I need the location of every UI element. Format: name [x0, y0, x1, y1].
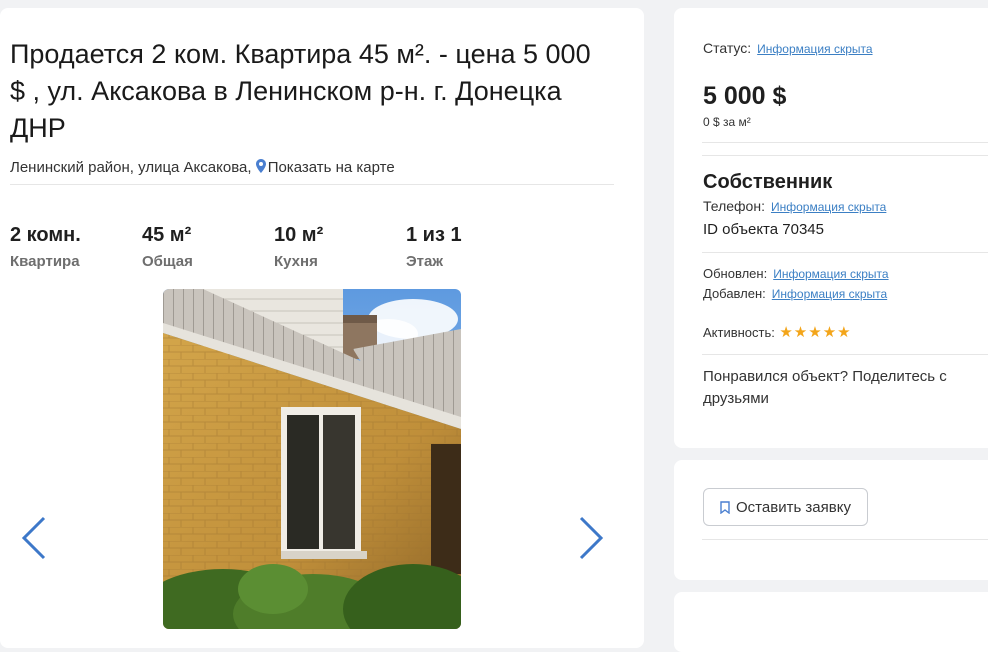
map-pin-icon: [255, 159, 266, 173]
divider: [702, 252, 988, 253]
divider: [702, 155, 988, 156]
activity-label: Активность:: [703, 325, 775, 340]
request-card: Оставить заявку: [674, 460, 988, 580]
divider: [702, 539, 988, 540]
spec-kitchen-area: 10 м² Кухня: [274, 224, 323, 270]
spec-floor: 1 из 1 Этаж: [406, 224, 462, 270]
spec-label: Общая: [142, 253, 193, 270]
phone-row: Телефон: Информация скрыта: [703, 198, 886, 216]
divider: [702, 354, 988, 355]
address-line: Ленинский район, улица Аксакова, Показат…: [10, 159, 395, 176]
leave-request-button[interactable]: Оставить заявку: [703, 488, 868, 526]
status-hidden-link[interactable]: Информация скрыта: [757, 42, 872, 56]
spec-value: 10 м²: [274, 224, 324, 246]
chevron-left-icon[interactable]: [20, 516, 48, 560]
listing-title: Продается 2 ком. Квартира 45 м². - цена …: [10, 39, 591, 143]
spec-total-area: 45 м² Общая: [142, 224, 193, 270]
spec-value: 45 м²: [142, 224, 192, 246]
updated-row: Обновлен: Информация скрыта: [703, 265, 889, 283]
house-photo: [163, 289, 461, 629]
star-icon: ★: [837, 324, 852, 341]
star-icon: ★: [793, 324, 809, 341]
spec-value: 2 комн.: [10, 224, 81, 246]
owner-type: Собственник: [703, 171, 833, 193]
listing-photo[interactable]: [163, 289, 461, 629]
status-label: Статус:: [703, 40, 752, 56]
spec-rooms: 2 комн. Квартира: [10, 224, 81, 270]
address-text: Ленинский район, улица Аксакова,: [10, 159, 252, 176]
spec-value: 1 из 1: [406, 224, 462, 246]
bookmark-icon: [720, 500, 730, 514]
listing-info-card: Статус: Информация скрыта 5 000 $ 0 $ за …: [674, 8, 988, 448]
star-icon: ★: [808, 324, 823, 341]
added-label: Добавлен:: [703, 286, 766, 301]
spec-label: Этаж: [406, 253, 443, 270]
leave-request-label: Оставить заявку: [736, 498, 851, 516]
show-on-map-label: Показать на карте: [267, 159, 395, 176]
phone-hidden-link[interactable]: Информация скрыта: [771, 200, 886, 214]
added-hidden-link[interactable]: Информация скрыта: [772, 287, 887, 301]
phone-label: Телефон:: [703, 198, 765, 214]
spec-label: Кухня: [274, 253, 318, 270]
star-icon: ★: [822, 324, 838, 341]
updated-hidden-link[interactable]: Информация скрыта: [773, 267, 888, 281]
activity-row: Активность: ★★★★★: [703, 323, 852, 342]
star-icon: ★: [779, 324, 794, 341]
object-id: ID объекта 70345: [703, 221, 824, 238]
share-prompt: Понравился объект? Поделитесь с друзьями: [703, 368, 947, 407]
added-row: Добавлен: Информация скрыта: [703, 285, 887, 303]
divider: [702, 142, 988, 143]
divider: [10, 184, 614, 185]
spec-label: Квартира: [10, 253, 80, 270]
updated-label: Обновлен:: [703, 266, 768, 281]
price-per-m2: 0 $ за м²: [703, 115, 751, 129]
show-on-map-link[interactable]: Показать на карте: [255, 159, 395, 176]
bottom-card: [674, 592, 988, 652]
status-row: Статус: Информация скрыта: [703, 40, 873, 58]
chevron-right-icon[interactable]: [577, 516, 605, 560]
price: 5 000 $: [703, 82, 787, 110]
